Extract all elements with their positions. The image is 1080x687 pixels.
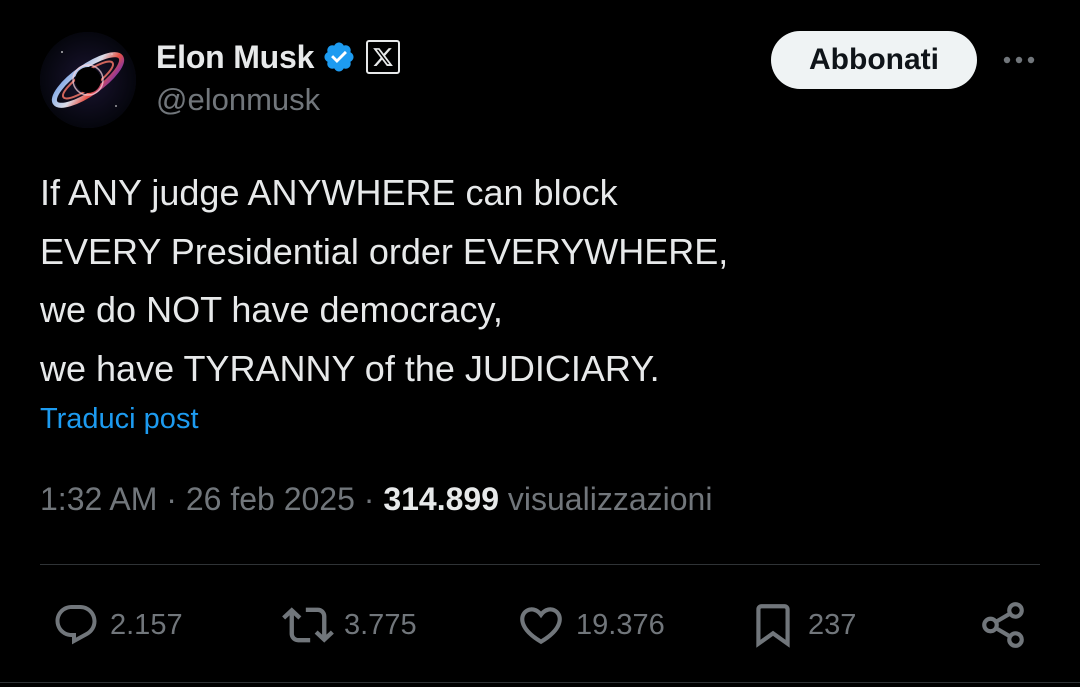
affiliation-badge[interactable] [366,40,401,74]
post-line: If ANY judge ANYWHERE can block [40,172,618,213]
reply-button[interactable]: 2.157 [52,595,183,655]
verified-badge-icon[interactable] [322,40,356,74]
more-options-button[interactable] [996,44,1042,76]
x-logo-icon [373,48,394,66]
divider [40,564,1040,565]
more-dots-icon [1003,56,1035,64]
post-date[interactable]: 26 feb 2025 [186,481,355,517]
post-line: we do NOT have democracy, [40,289,503,330]
post-line: EVERY Presidential order EVERYWHERE, [40,230,729,272]
post-text: If ANY judge ANYWHERE can block EVERY Pr… [40,164,1040,398]
reply-count: 2.157 [110,608,183,641]
heart-icon [520,607,562,645]
action-bar: 2.157 3.775 19.376 237 [0,595,1080,655]
post-time[interactable]: 1:32 AM [40,481,157,517]
avatar[interactable] [40,32,136,128]
like-button[interactable]: 19.376 [516,595,665,655]
bookmark-count: 237 [808,608,857,641]
subscribe-button[interactable]: Abbonati [771,31,977,89]
author-handle[interactable]: @elonmusk [156,82,320,118]
bottom-divider [0,682,1080,683]
meta-separator: · [166,481,177,517]
repost-count: 3.775 [344,608,417,641]
translate-post-link[interactable]: Traduci post [40,403,199,436]
views-label: visualizzazioni [507,481,713,517]
meta-separator: · [363,481,375,517]
black-hole-avatar [40,32,136,128]
post-line: we have TYRANNY of the JUDICIARY. [40,347,660,389]
share-button[interactable] [978,595,1028,655]
like-count: 19.376 [576,608,665,641]
views-count: 314.899 [383,481,499,517]
repost-icon [282,607,334,643]
bookmark-icon [756,604,790,648]
author-name-row: Elon Musk [156,34,401,80]
reply-icon [55,605,97,645]
author-display-name[interactable]: Elon Musk [156,39,314,76]
repost-button[interactable]: 3.775 [282,595,417,655]
bookmark-button[interactable]: 237 [748,595,856,655]
post-meta: 1:32 AM · 26 feb 2025 · 314.899 visualiz… [40,481,712,518]
share-icon [982,602,1024,648]
